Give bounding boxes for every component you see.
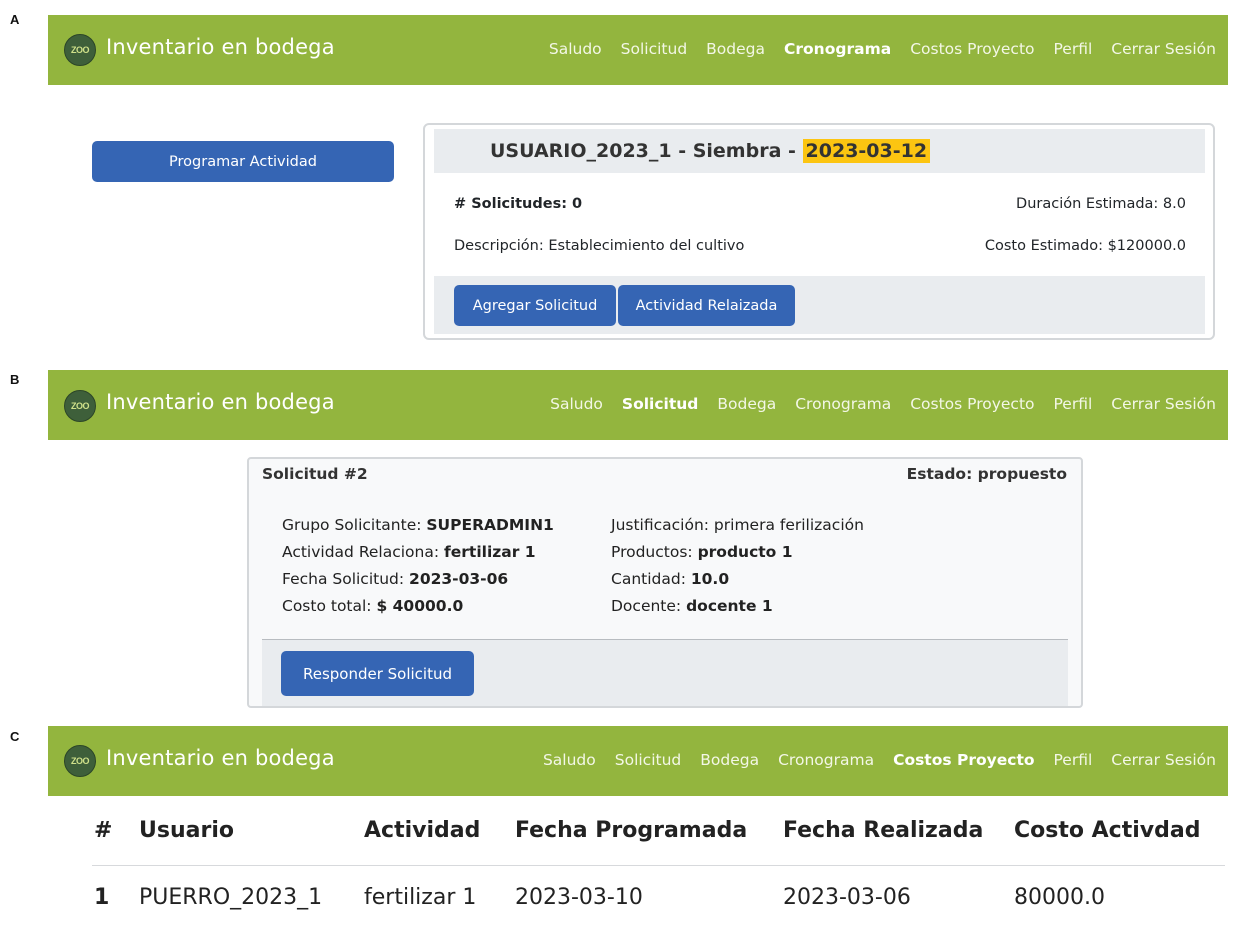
nav-cronograma[interactable]: Cronograma	[778, 751, 874, 769]
activity-card-header: USUARIO_2023_1 - Siembra - 2023-03-12	[434, 129, 1205, 173]
solicitudes-count: # Solicitudes: 0	[454, 196, 583, 212]
fecha-solicitud: Fecha Solicitud: 2023-03-06	[282, 570, 509, 588]
navbar-c: ZOO Inventario en bodega Saludo Solicitu…	[48, 726, 1228, 796]
table-cell-usuario: PUERRO_2023_1	[139, 885, 323, 910]
programar-actividad-button[interactable]: Programar Actividad	[92, 141, 394, 182]
navbar-b: ZOO Inventario en bodega Saludo Solicitu…	[48, 370, 1228, 440]
nav-cronograma[interactable]: Cronograma	[795, 395, 891, 413]
grupo-solicitante: Grupo Solicitante: SUPERADMIN1	[282, 516, 554, 534]
docente: Docente: docente 1	[611, 597, 773, 615]
nav-cerrar-sesion[interactable]: Cerrar Sesión	[1111, 751, 1216, 769]
nav-perfil[interactable]: Perfil	[1054, 751, 1093, 769]
nav-links: Saludo Solicitud Bodega Cronograma Costo…	[531, 395, 1216, 413]
navbar-a: ZOO Inventario en bodega Saludo Solicitu…	[48, 15, 1228, 85]
costo-total: Costo total: $ 40000.0	[282, 597, 464, 615]
solicitud-card: Solicitud #2 Estado: propuesto Grupo Sol…	[247, 457, 1083, 708]
nav-bodega[interactable]: Bodega	[706, 40, 765, 58]
nav-costos-proyecto[interactable]: Costos Proyecto	[910, 395, 1034, 413]
brand-title[interactable]: Inventario en bodega	[106, 390, 335, 414]
table-header-index: #	[94, 818, 113, 843]
duracion-estimada: Duración Estimada: 8.0	[1016, 196, 1186, 212]
actividad-realizada-button[interactable]: Actividad Relaizada	[618, 285, 795, 326]
logo-icon[interactable]: ZOO	[64, 34, 96, 66]
logo-icon[interactable]: ZOO	[64, 745, 96, 777]
actividad-relaciona: Actividad Relaciona: fertilizar 1	[282, 543, 536, 561]
solicitud-estado: Estado: propuesto	[906, 465, 1067, 483]
nav-bodega[interactable]: Bodega	[717, 395, 776, 413]
nav-perfil[interactable]: Perfil	[1054, 395, 1093, 413]
nav-solicitud[interactable]: Solicitud	[622, 395, 698, 413]
table-divider	[92, 865, 1225, 866]
nav-saludo[interactable]: Saludo	[543, 751, 596, 769]
nav-saludo[interactable]: Saludo	[550, 395, 603, 413]
nav-links: Saludo Solicitud Bodega Cronograma Costo…	[524, 751, 1216, 769]
table-header-actividad: Actividad	[364, 818, 481, 843]
table-cell-fecha-realizada: 2023-03-06	[783, 885, 911, 910]
productos: Productos: producto 1	[611, 543, 793, 561]
nav-cerrar-sesion[interactable]: Cerrar Sesión	[1111, 40, 1216, 58]
table-header-usuario: Usuario	[139, 818, 234, 843]
solicitud-title: Solicitud #2	[262, 465, 368, 483]
nav-bodega[interactable]: Bodega	[700, 751, 759, 769]
brand-title[interactable]: Inventario en bodega	[106, 35, 335, 59]
descripcion: Descripción: Establecimiento del cultivo	[454, 238, 745, 254]
justificacion: Justificación: primera ferilización	[611, 516, 864, 534]
activity-card: USUARIO_2023_1 - Siembra - 2023-03-12 # …	[423, 123, 1215, 340]
solicitud-card-footer: Responder Solicitud	[262, 639, 1068, 706]
activity-card-footer: Agregar Solicitud Actividad Relaizada	[434, 276, 1205, 334]
logo-icon[interactable]: ZOO	[64, 390, 96, 422]
brand-title[interactable]: Inventario en bodega	[106, 746, 335, 770]
table-cell-index: 1	[94, 885, 110, 910]
nav-cronograma[interactable]: Cronograma	[784, 40, 891, 58]
nav-costos-proyecto[interactable]: Costos Proyecto	[910, 40, 1034, 58]
activity-title-prefix: USUARIO_2023_1 - Siembra -	[490, 140, 803, 162]
nav-solicitud[interactable]: Solicitud	[615, 751, 682, 769]
cantidad: Cantidad: 10.0	[611, 570, 730, 588]
activity-date-highlight: 2023-03-12	[802, 139, 931, 163]
table-header-costo: Costo Activdad	[1014, 818, 1201, 843]
nav-costos-proyecto[interactable]: Costos Proyecto	[893, 751, 1034, 769]
table-cell-actividad: fertilizar 1	[364, 885, 477, 910]
nav-saludo[interactable]: Saludo	[549, 40, 602, 58]
panel-label-c: C	[10, 729, 20, 744]
table-cell-costo: 80000.0	[1014, 885, 1105, 910]
table-header-fecha-realizada: Fecha Realizada	[783, 818, 984, 843]
nav-solicitud[interactable]: Solicitud	[621, 40, 688, 58]
panel-label-b: B	[10, 372, 20, 387]
table-cell-fecha-programada: 2023-03-10	[515, 885, 643, 910]
responder-solicitud-button[interactable]: Responder Solicitud	[281, 651, 474, 696]
costo-estimado: Costo Estimado: $120000.0	[984, 238, 1186, 254]
nav-cerrar-sesion[interactable]: Cerrar Sesión	[1111, 395, 1216, 413]
agregar-solicitud-button[interactable]: Agregar Solicitud	[454, 285, 616, 326]
nav-links: Saludo Solicitud Bodega Cronograma Costo…	[530, 40, 1216, 58]
table-header-fecha-programada: Fecha Programada	[515, 818, 748, 843]
panel-label-a: A	[10, 12, 20, 27]
activity-title: USUARIO_2023_1 - Siembra - 2023-03-12	[490, 139, 931, 163]
nav-perfil[interactable]: Perfil	[1054, 40, 1093, 58]
